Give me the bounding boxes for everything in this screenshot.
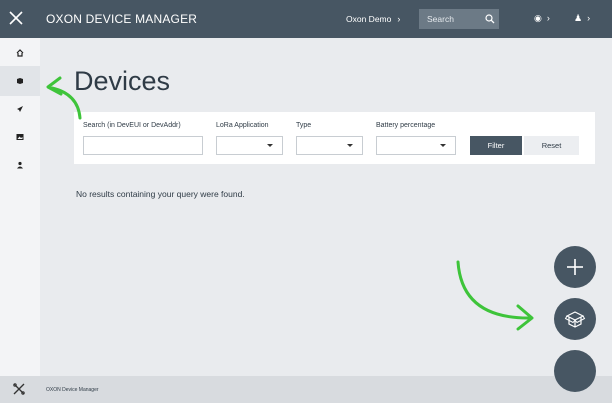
search-icon[interactable] [485, 14, 495, 24]
more-actions-button[interactable] [554, 350, 596, 392]
image-icon [16, 134, 24, 140]
chevron-right-icon: › [546, 13, 550, 23]
filter-button[interactable]: Filter [470, 136, 522, 155]
empty-results-message: No results containing your query were fo… [76, 189, 245, 199]
user-menu[interactable]: ♟ › [574, 13, 590, 24]
device-icon [17, 78, 23, 84]
language-menu[interactable]: ◉ › [534, 13, 550, 24]
page-title: Devices [74, 66, 171, 96]
user-icon [17, 161, 23, 169]
battery-percentage-label: Battery percentage [376, 122, 436, 129]
workspace-selector[interactable]: Oxon Demo › [346, 14, 400, 24]
lora-application-label: LoRa Application [216, 122, 269, 129]
search-input[interactable] [419, 9, 483, 29]
reset-button[interactable]: Reset [524, 136, 579, 155]
chevron-right-icon: › [587, 13, 591, 23]
workspace-label: Oxon Demo [346, 14, 392, 24]
search-box[interactable] [419, 9, 499, 29]
deveui-search-input[interactable] [83, 136, 203, 155]
rocket-icon [17, 106, 23, 112]
sidebar-item-home[interactable] [0, 38, 40, 68]
arrow-to-package-annotation [456, 260, 534, 331]
package-icon [564, 311, 586, 328]
battery-percentage-select[interactable] [376, 136, 456, 155]
close-x-logo-icon[interactable] [8, 10, 24, 26]
app-title: OXON DEVICE MANAGER [46, 12, 198, 26]
globe-icon: ◉ [534, 13, 542, 23]
chevron-down-icon [267, 144, 273, 147]
user-icon: ♟ [574, 13, 583, 23]
sidebar-item-users[interactable] [0, 150, 40, 180]
package-button[interactable] [554, 298, 596, 340]
plus-icon [567, 259, 583, 275]
search-field-label: Search (in DevEUI or DevAddr) [83, 122, 181, 129]
sidebar-item-images[interactable] [0, 122, 40, 152]
chevron-down-icon [440, 144, 446, 147]
filter-panel: Search (in DevEUI or DevAddr) LoRa Appli… [74, 112, 595, 164]
top-bar: OXON DEVICE MANAGER Oxon Demo › ◉ › ♟ › [0, 0, 612, 38]
sidebar-item-devices[interactable] [0, 66, 40, 96]
home-icon [16, 49, 24, 57]
chevron-down-icon [347, 144, 353, 147]
oxon-logo-icon [13, 383, 25, 395]
type-label: Type [296, 122, 312, 129]
sidebar-item-deploy[interactable] [0, 94, 40, 124]
footer: OXON Device Manager [0, 376, 612, 403]
lora-application-select[interactable] [216, 136, 283, 155]
type-select[interactable] [296, 136, 363, 155]
footer-text: OXON Device Manager [46, 387, 99, 393]
sidebar [0, 38, 40, 376]
chevron-right-icon: › [397, 14, 401, 24]
add-device-button[interactable] [554, 246, 596, 288]
